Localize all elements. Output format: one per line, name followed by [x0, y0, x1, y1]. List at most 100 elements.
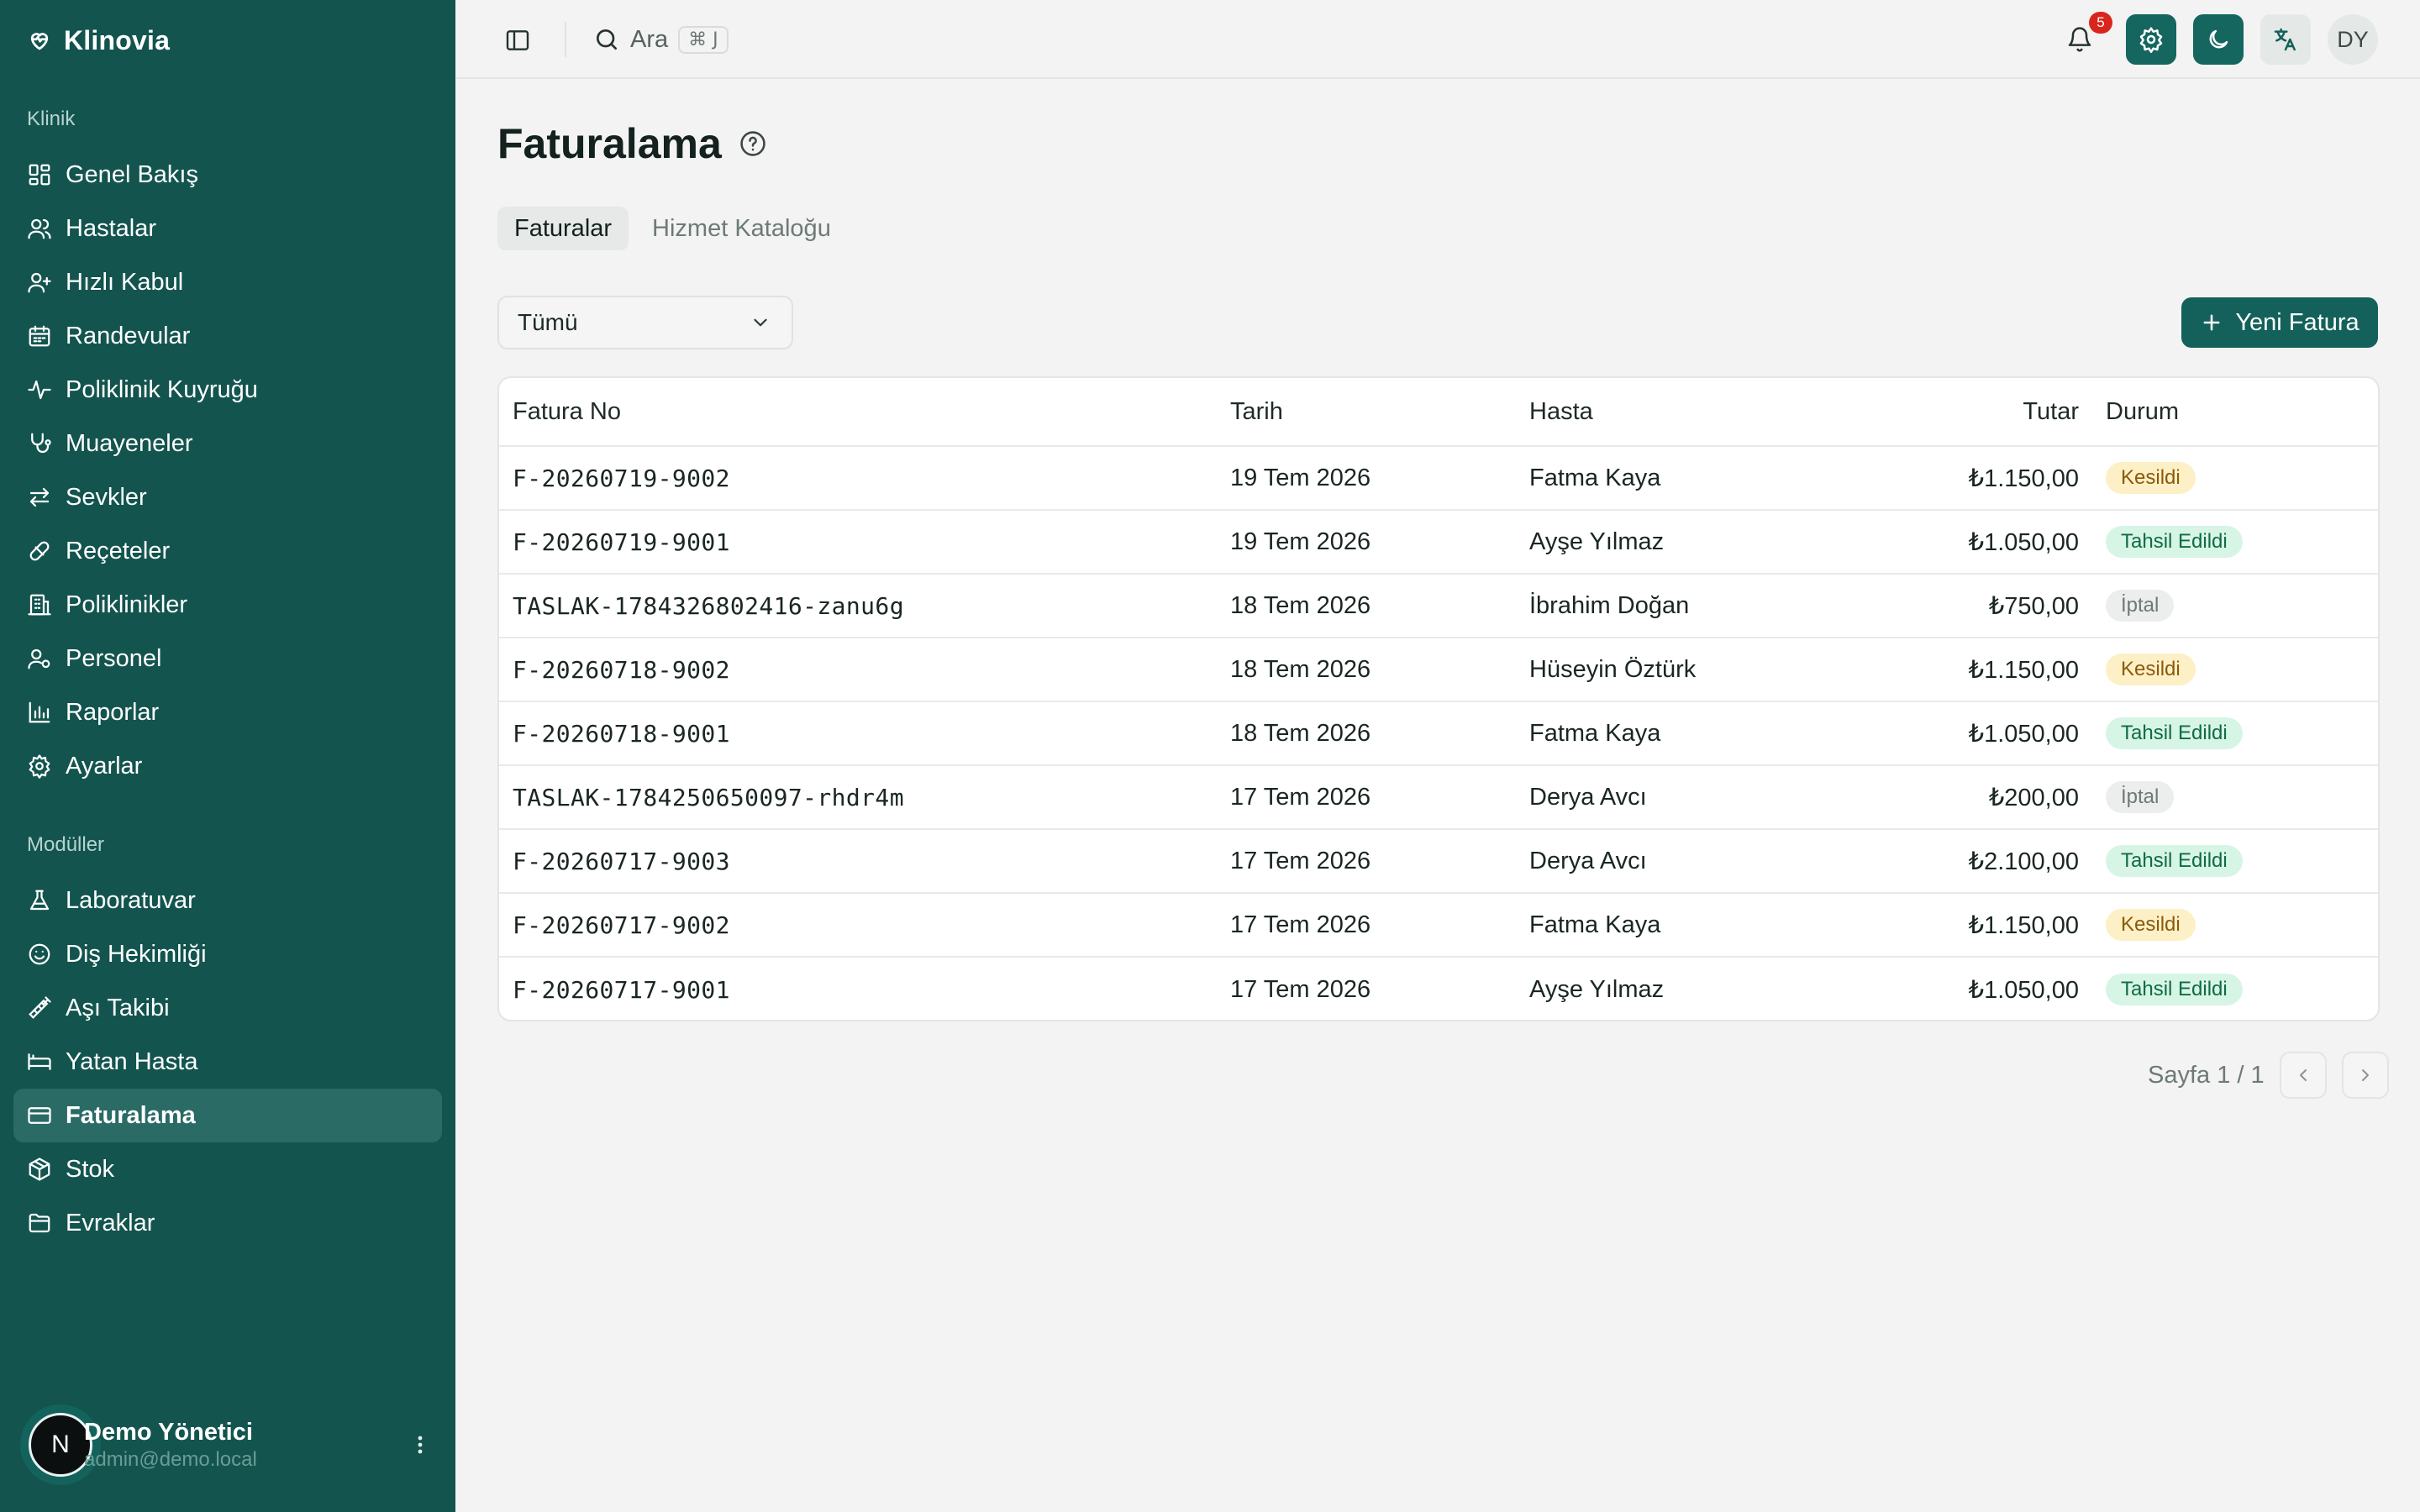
sidebar-item-label: Genel Bakış: [66, 160, 198, 188]
column-header-no[interactable]: Fatura No: [513, 378, 621, 445]
table-row[interactable]: F-20260719-9001 19 Tem 2026 Ayşe Yılmaz …: [499, 511, 2378, 575]
moon-icon: [2209, 29, 2228, 49]
user-name: Demo Yönetici: [84, 1418, 253, 1446]
sidebar-item-label: Poliklinik Kuyruğu: [66, 375, 258, 403]
sidebar-item-ayarlar[interactable]: Ayarlar: [13, 739, 442, 793]
table-row[interactable]: F-20260719-9002 19 Tem 2026 Fatma Kaya ₺…: [499, 447, 2378, 511]
language-button[interactable]: [2260, 14, 2311, 65]
sidebar-item-raporlar[interactable]: Raporlar: [13, 685, 442, 739]
sidebar-item-poliklinik-kuyrugu[interactable]: Poliklinik Kuyruğu: [13, 363, 442, 417]
sidebar-item-personel[interactable]: Personel: [13, 632, 442, 685]
sidebar-user[interactable]: N Demo Yönetici admin@demo.local: [20, 1404, 430, 1485]
folder-icon: [29, 1213, 50, 1233]
table-row[interactable]: TASLAK-1784326802416-zanu6g 18 Tem 2026 …: [499, 575, 2378, 638]
table-row[interactable]: F-20260718-9001 18 Tem 2026 Fatma Kaya ₺…: [499, 702, 2378, 766]
invoice-amount: ₺1.150,00: [1968, 465, 2079, 492]
sidebar-item-label: Poliklinikler: [66, 591, 188, 618]
invoice-amount: ₺1.050,00: [1968, 976, 2079, 1004]
tab-faturalar[interactable]: Faturalar: [497, 207, 629, 250]
status-badge: Tahsil Edildi: [2106, 717, 2243, 749]
credit-card-icon: [28, 1107, 51, 1124]
sidebar-item-label: Muayeneler: [66, 429, 193, 457]
previous-page-button[interactable]: [2279, 1052, 2327, 1099]
sidebar-item-yatan-hasta[interactable]: Yatan Hasta: [13, 1035, 442, 1089]
chevron-down-icon: [754, 318, 767, 327]
new-invoice-button[interactable]: Yeni Fatura: [2181, 297, 2378, 348]
sidebar-item-receteler[interactable]: Reçeteler: [13, 524, 442, 578]
invoice-patient: Hüseyin Öztürk: [1529, 655, 1697, 683]
tab-hizmet-katalogu[interactable]: Hizmet Kataloğu: [635, 207, 848, 250]
gear-icon: [2139, 27, 2163, 53]
package-icon: [29, 1158, 50, 1181]
invoice-date: 19 Tem 2026: [1230, 464, 1371, 491]
column-header-amount[interactable]: Tutar: [2023, 378, 2079, 445]
sidebar-item-hizli-kabul[interactable]: Hızlı Kabul: [13, 255, 442, 309]
status-badge: İptal: [2106, 590, 2175, 622]
stethoscope-icon: [31, 433, 51, 454]
help-circle-icon[interactable]: [739, 129, 767, 158]
sidebar-item-label: Personel: [66, 644, 162, 672]
sidebar-item-randevular[interactable]: Randevular: [13, 309, 442, 363]
column-header-patient[interactable]: Hasta: [1529, 378, 1593, 445]
flask-icon: [29, 890, 50, 911]
settings-button[interactable]: [2126, 14, 2176, 65]
sidebar-item-muayeneler[interactable]: Muayeneler: [13, 417, 442, 470]
pill-icon: [29, 541, 50, 561]
sidebar-item-label: Reçeteler: [66, 537, 171, 564]
search-button[interactable]: Ara ⌘ J: [593, 20, 729, 59]
invoice-number: F-20260719-9001: [513, 528, 730, 556]
status-badge: Kesildi: [2106, 909, 2196, 941]
sidebar-item-label: Laboratuvar: [66, 886, 196, 914]
users-icon: [28, 218, 51, 239]
sidebar-item-label: Raporlar: [66, 698, 160, 726]
invoice-number: F-20260719-9002: [513, 464, 730, 492]
more-vertical-icon[interactable]: [410, 1431, 430, 1458]
table-row[interactable]: TASLAK-1784250650097-rhdr4m 17 Tem 2026 …: [499, 766, 2378, 830]
arrows-icon: [29, 487, 50, 507]
smile-icon: [29, 943, 50, 965]
invoice-patient: Ayşe Yılmaz: [1529, 975, 1665, 1003]
status-badge: Kesildi: [2106, 654, 2196, 685]
invoice-number: TASLAK-1784326802416-zanu6g: [513, 591, 904, 620]
sidebar-item-poliklinikler[interactable]: Poliklinikler: [13, 578, 442, 632]
nav-modules: Laboratuvar Diş Hekimliği Aşı Takibi Yat…: [13, 874, 442, 1250]
sidebar-item-stok[interactable]: Stok: [13, 1142, 442, 1196]
column-header-date[interactable]: Tarih: [1230, 378, 1283, 445]
bell-icon: [2068, 27, 2091, 52]
sidebar-item-asi-takibi[interactable]: Aşı Takibi: [13, 981, 442, 1035]
table-row[interactable]: F-20260717-9002 17 Tem 2026 Fatma Kaya ₺…: [499, 894, 2378, 958]
user-menu-button[interactable]: DY: [2328, 14, 2378, 65]
status-badge: Tahsil Edildi: [2106, 845, 2243, 877]
table-row[interactable]: F-20260718-9002 18 Tem 2026 Hüseyin Öztü…: [499, 638, 2378, 702]
header-divider: [565, 22, 566, 57]
invoice-amount: ₺1.150,00: [1968, 911, 2079, 939]
sidebar-toggle-button[interactable]: [501, 24, 534, 57]
sidebar-item-label: Stok: [66, 1155, 115, 1183]
sidebar-item-evraklar[interactable]: Evraklar: [13, 1196, 442, 1250]
table-row[interactable]: F-20260717-9001 17 Tem 2026 Ayşe Yılmaz …: [499, 958, 2378, 1020]
sidebar-item-hastalar[interactable]: Hastalar: [13, 202, 442, 255]
sidebar-item-label: Sevkler: [66, 483, 147, 511]
sidebar-item-dis-hekimligi[interactable]: Diş Hekimliği: [13, 927, 442, 981]
invoice-patient: Derya Avcı: [1529, 847, 1647, 874]
invoice-patient: İbrahim Doğan: [1529, 591, 1690, 619]
sidebar-item-sevkler[interactable]: Sevkler: [13, 470, 442, 524]
brand-logo[interactable]: Klinovia: [27, 24, 170, 57]
invoice-date: 19 Tem 2026: [1230, 528, 1371, 555]
invoice-patient: Fatma Kaya: [1529, 911, 1661, 938]
search-shortcut: ⌘ J: [678, 25, 729, 54]
sidebar-item-laboratuvar[interactable]: Laboratuvar: [13, 874, 442, 927]
status-badge: Kesildi: [2106, 462, 2196, 494]
invoice-date: 18 Tem 2026: [1230, 719, 1371, 747]
status-filter-select[interactable]: Tümü: [497, 296, 793, 349]
calendar-icon: [29, 325, 50, 347]
pagination: Sayfa 1 / 1: [2148, 1052, 2389, 1099]
gear-icon: [29, 754, 50, 779]
sidebar-item-faturalama[interactable]: Faturalama: [13, 1089, 442, 1142]
sidebar-item-genel-bakis[interactable]: Genel Bakış: [13, 148, 442, 202]
theme-toggle-button[interactable]: [2193, 14, 2244, 65]
table-row[interactable]: F-20260717-9003 17 Tem 2026 Derya Avcı ₺…: [499, 830, 2378, 894]
column-header-status[interactable]: Durum: [2106, 378, 2179, 445]
next-page-button[interactable]: [2341, 1052, 2389, 1099]
sidebar: Klinovia Klinik Genel Bakış Hastalar Hız…: [0, 0, 455, 1512]
